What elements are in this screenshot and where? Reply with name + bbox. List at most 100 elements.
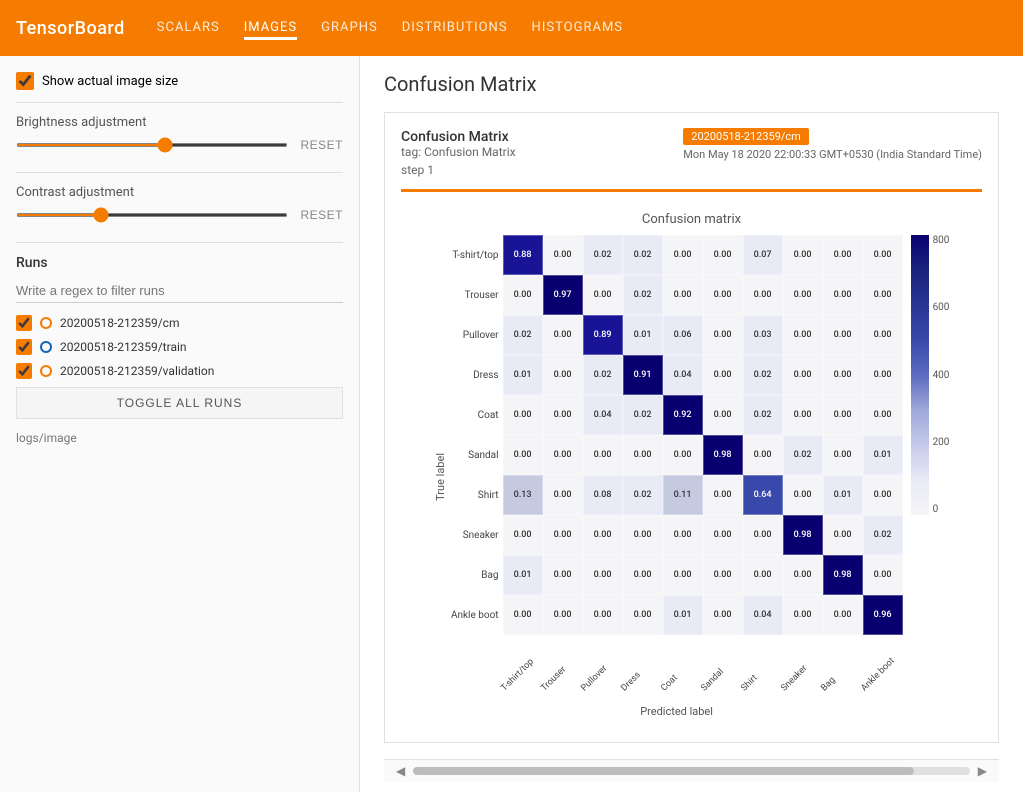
cm-cell-2-4: 0.06 <box>663 315 703 355</box>
sidebar: Show actual image size Brightness adjust… <box>0 56 360 792</box>
scroll-right-arrow[interactable]: ▶ <box>974 764 991 778</box>
cm-cell-0-9: 0.00 <box>863 235 903 275</box>
cm-cell-7-6: 0.00 <box>743 515 783 555</box>
cm-cell-2-7: 0.00 <box>783 315 823 355</box>
cm-cell-4-9: 0.00 <box>863 395 903 435</box>
cm-cell-4-3: 0.02 <box>623 395 663 435</box>
run-circle-validation <box>40 365 52 377</box>
contrast-section: Contrast adjustment RESET <box>16 185 343 222</box>
cm-cell-3-6: 0.02 <box>743 355 783 395</box>
confusion-matrix-container: Confusion matrix True label T-shirt/top0… <box>434 212 950 718</box>
page-title: Confusion Matrix <box>384 72 999 96</box>
brightness-slider[interactable] <box>16 143 288 147</box>
brightness-slider-row: RESET <box>16 138 343 152</box>
divider-2 <box>16 172 343 173</box>
cm-cell-5-7: 0.02 <box>783 435 823 475</box>
divider-1 <box>16 102 343 103</box>
cm-cell-2-0: 0.02 <box>503 315 543 355</box>
cm-row-5: Sandal0.000.000.000.000.000.980.000.020.… <box>451 435 903 475</box>
card-timestamp: Mon May 18 2020 22:00:33 GMT+0530 (India… <box>683 148 982 161</box>
cm-row-4: Coat0.000.000.040.020.920.000.020.000.00… <box>451 395 903 435</box>
cm-cell-1-7: 0.00 <box>783 275 823 315</box>
cm-colorbar-gradient <box>911 235 929 515</box>
run-item-cm: 20200518-212359/cm <box>16 315 343 331</box>
runs-list: 20200518-212359/cm 20200518-212359/train 2… <box>16 315 343 379</box>
cm-cell-4-5: 0.00 <box>703 395 743 435</box>
nav-item-distributions[interactable]: DISTRIBUTIONS <box>402 16 508 40</box>
run-item-train: 20200518-212359/train <box>16 339 343 355</box>
cm-cell-3-8: 0.00 <box>823 355 863 395</box>
cm-cell-7-1: 0.00 <box>543 515 583 555</box>
scroll-left-arrow[interactable]: ◀ <box>392 764 409 778</box>
cm-cell-2-8: 0.00 <box>823 315 863 355</box>
scrollbar-area: ◀ ▶ <box>384 759 999 782</box>
cm-inner: True label T-shirt/top0.880.000.020.020.… <box>434 235 950 718</box>
run-label-validation: 20200518-212359/validation <box>60 364 214 378</box>
brand-logo: TensorBoard <box>16 18 125 39</box>
brightness-reset-button[interactable]: RESET <box>300 138 343 152</box>
toggle-all-runs-button[interactable]: TOGGLE ALL RUNS <box>16 387 343 419</box>
cm-cell-1-4: 0.00 <box>663 275 703 315</box>
confusion-matrix-card: Confusion Matrix tag: Confusion Matrix s… <box>384 112 999 743</box>
cm-cell-2-2: 0.89 <box>583 315 623 355</box>
cm-cell-1-3: 0.02 <box>623 275 663 315</box>
cm-cell-3-3: 0.91 <box>623 355 663 395</box>
cm-cell-5-6: 0.00 <box>743 435 783 475</box>
cm-row-1: Trouser0.000.970.000.020.000.000.000.000… <box>451 275 903 315</box>
cm-cell-0-2: 0.02 <box>583 235 623 275</box>
cm-cell-6-2: 0.08 <box>583 475 623 515</box>
cm-cell-3-9: 0.00 <box>863 355 903 395</box>
colorbar-label-200: 200 <box>933 437 950 448</box>
cm-cell-7-7: 0.98 <box>783 515 823 555</box>
cm-cell-1-0: 0.00 <box>503 275 543 315</box>
runs-filter-input[interactable] <box>16 279 343 303</box>
nav-item-scalars[interactable]: SCALARS <box>157 16 220 40</box>
cm-cell-0-6: 0.07 <box>743 235 783 275</box>
cm-cell-5-4: 0.00 <box>663 435 703 475</box>
cm-cell-7-0: 0.00 <box>503 515 543 555</box>
cm-cell-1-1: 0.97 <box>543 275 583 315</box>
contrast-reset-button[interactable]: RESET <box>300 208 343 222</box>
cm-cell-5-3: 0.00 <box>623 435 663 475</box>
cm-cell-3-5: 0.00 <box>703 355 743 395</box>
cm-cell-5-9: 0.01 <box>863 435 903 475</box>
cm-cell-7-8: 0.00 <box>823 515 863 555</box>
cm-cell-4-1: 0.00 <box>543 395 583 435</box>
cm-cell-6-1: 0.00 <box>543 475 583 515</box>
cm-cell-4-4: 0.92 <box>663 395 703 435</box>
run-label-cm: 20200518-212359/cm <box>60 316 180 330</box>
cm-cell-5-8: 0.00 <box>823 435 863 475</box>
logs-path: logs/image <box>16 431 343 445</box>
nav-item-histograms[interactable]: HISTOGRAMS <box>532 16 623 40</box>
cm-cell-6-4: 0.11 <box>663 475 703 515</box>
nav-item-images[interactable]: IMAGES <box>244 16 297 40</box>
cm-cell-6-7: 0.00 <box>783 475 823 515</box>
run-checkbox-cm[interactable] <box>16 315 32 331</box>
run-checkbox-train[interactable] <box>16 339 32 355</box>
cm-row-2: Pullover0.020.000.890.010.060.000.030.00… <box>451 315 903 355</box>
cm-cell-6-6: 0.64 <box>743 475 783 515</box>
cm-row-8: Bag0.010.000.000.000.000.000.000.000.980… <box>451 555 903 595</box>
cm-ylabel: True label <box>434 453 447 501</box>
cm-colorbar-labels: 8006004002000 <box>933 235 950 515</box>
cm-cell-3-0: 0.01 <box>503 355 543 395</box>
confusion-matrix-wrapper: Confusion matrix True label T-shirt/top0… <box>401 204 982 726</box>
cm-cell-2-9: 0.00 <box>863 315 903 355</box>
show-actual-size-checkbox[interactable] <box>16 72 34 90</box>
contrast-slider[interactable] <box>16 213 288 217</box>
cm-grid-with-labels: T-shirt/top0.880.000.020.020.000.000.070… <box>451 235 903 635</box>
run-checkbox-validation[interactable] <box>16 363 32 379</box>
scrollbar-track[interactable] <box>413 767 970 775</box>
cm-cell-6-5: 0.00 <box>703 475 743 515</box>
cm-cell-8-2: 0.00 <box>583 555 623 595</box>
cm-cell-4-7: 0.00 <box>783 395 823 435</box>
nav-item-graphs[interactable]: GRAPHS <box>321 16 378 40</box>
main-nav: SCALARS IMAGES GRAPHS DISTRIBUTIONS HISTOGRA… <box>157 16 623 40</box>
brightness-section: Brightness adjustment RESET <box>16 115 343 152</box>
cm-cell-7-9: 0.02 <box>863 515 903 555</box>
colorbar-label-400: 400 <box>933 370 950 381</box>
cm-cell-8-5: 0.00 <box>703 555 743 595</box>
cm-cell-0-0: 0.88 <box>503 235 543 275</box>
cm-cell-1-2: 0.00 <box>583 275 623 315</box>
cm-cell-3-2: 0.02 <box>583 355 623 395</box>
